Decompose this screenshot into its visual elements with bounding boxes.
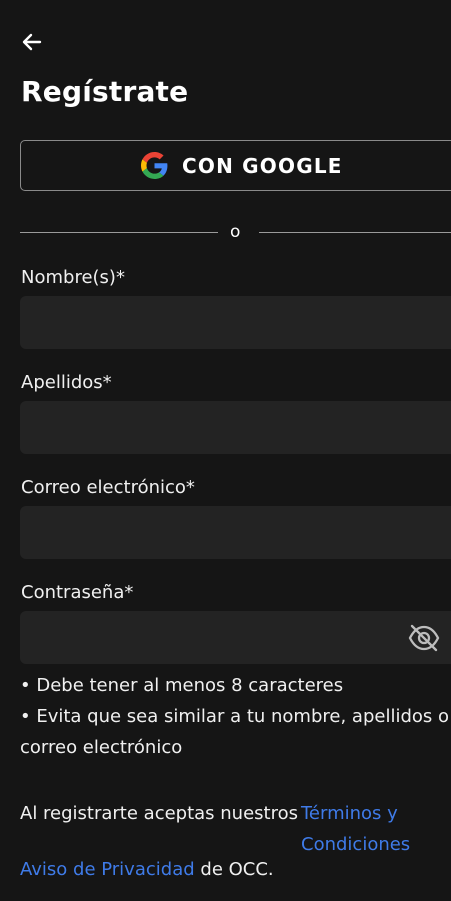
- eye-off-icon: [408, 624, 440, 652]
- divider-or-text: o: [230, 222, 241, 242]
- back-button[interactable]: [18, 28, 46, 56]
- correo-label: Correo electrónico*: [21, 477, 195, 498]
- email-input[interactable]: [20, 506, 451, 559]
- password-visibility-toggle[interactable]: [408, 624, 440, 652]
- google-button-label: CON GOOGLE: [182, 153, 343, 178]
- divider-line-right: [259, 232, 451, 233]
- google-logo-icon: [141, 152, 168, 179]
- apellidos-label: Apellidos*: [21, 372, 112, 393]
- terms-link[interactable]: Términos y Condiciones: [301, 798, 421, 860]
- password-hint-item: • Debe tener al menos 8 caracteres: [20, 675, 344, 696]
- password-hints: • Debe tener al menos 8 caracteres • Evi…: [20, 670, 450, 763]
- privacy-link[interactable]: Aviso de Privacidad: [20, 859, 195, 880]
- terms-suffix: de OCC.: [200, 859, 274, 880]
- nombre-label: Nombre(s)*: [21, 267, 125, 288]
- password-input[interactable]: [20, 611, 451, 664]
- apellidos-input[interactable]: [20, 401, 451, 454]
- page-title: Regístrate: [21, 75, 189, 108]
- terms-text: Al registrarte aceptas nuestros Términos…: [20, 798, 450, 885]
- divider-line-left: [20, 232, 218, 233]
- arrow-left-icon: [22, 33, 42, 51]
- nombre-input[interactable]: [20, 296, 451, 349]
- google-signup-button[interactable]: CON GOOGLE: [20, 140, 451, 191]
- password-label: Contraseña*: [21, 582, 134, 603]
- password-hint-item: • Evita que sea similar a tu nombre, ape…: [20, 706, 450, 758]
- terms-prefix: Al registrarte aceptas nuestros: [20, 803, 298, 824]
- or-divider: o: [0, 222, 451, 244]
